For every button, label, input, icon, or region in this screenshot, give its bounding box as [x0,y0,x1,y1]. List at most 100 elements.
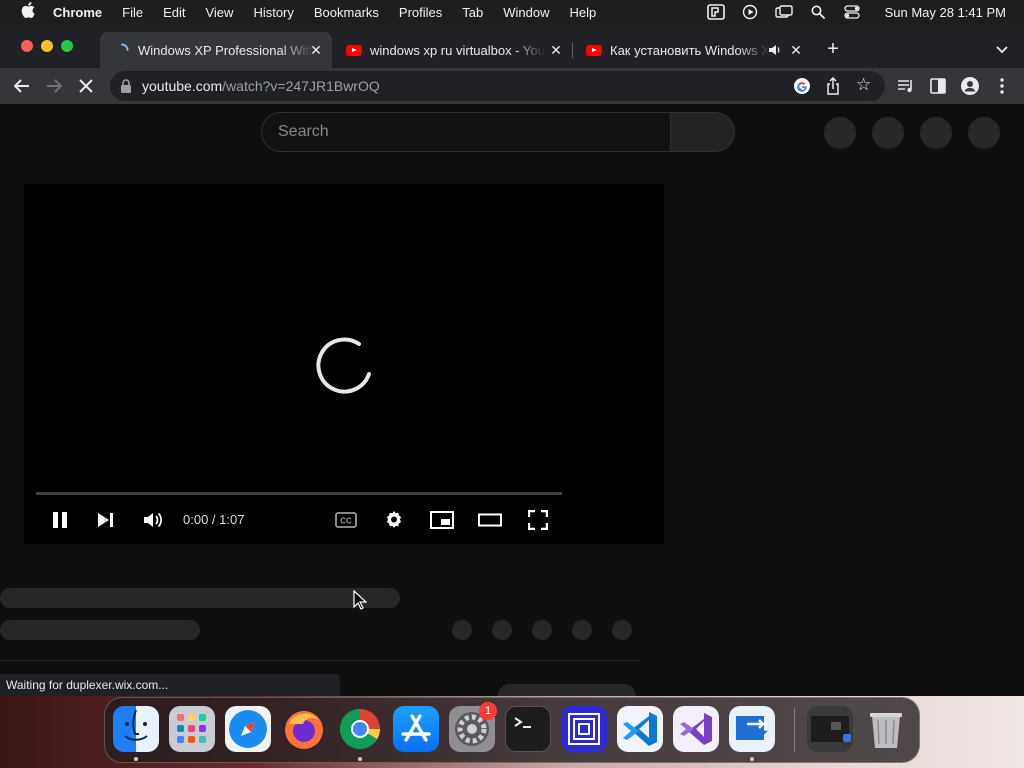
remote-desktop-icon[interactable] [561,706,607,752]
menu-view[interactable]: View [205,5,233,20]
notification-badge: 1 [479,702,497,720]
bookmark-star-icon[interactable]: ☆ [856,76,874,94]
fullscreen-icon[interactable] [526,508,550,532]
tab-loading-icon [114,42,130,58]
chrome-tab-strip: Windows XP Professional With ✕ windows x… [0,24,1024,68]
screenshot-thumbnail-icon[interactable] [807,706,853,752]
skeleton-title-bar [0,588,400,608]
skeleton-action-dot [572,620,592,640]
youtube-favicon-icon [586,42,602,58]
tab-kak-ustanovit-windows[interactable]: Как установить Windows X ✕ [572,32,812,68]
tab-close-icon[interactable]: ✕ [548,42,564,58]
theater-mode-icon[interactable] [478,508,502,532]
visual-studio-icon[interactable] [673,706,719,752]
parallels-status-icon[interactable] [706,4,725,20]
svg-text:CC: CC [340,517,352,526]
window-close-button[interactable] [21,40,33,52]
screen-mirror-icon[interactable] [774,4,793,20]
window-zoom-button[interactable] [61,40,73,52]
skeleton-action-dot [452,620,472,640]
youtube-search-input[interactable]: Search [261,112,671,152]
page-divider [0,660,640,661]
forward-arrow-icon[interactable] [44,76,64,96]
parallels-client-icon[interactable] [729,706,775,752]
skeleton-header-icon [872,117,904,149]
menu-bookmarks[interactable]: Bookmarks [314,5,379,20]
menu-app-chrome[interactable]: Chrome [53,5,102,20]
skeleton-button [498,684,636,696]
macos-dock: 1 [104,697,920,763]
google-lens-icon[interactable] [793,77,811,95]
dock-separator [794,708,795,752]
app-store-icon[interactable] [393,706,439,752]
youtube-watch-page: Search 0:00 / 1:07 CC Waiting for duplex… [0,104,1024,696]
chrome-toolbar: youtube.com/watch?v=247JR1BwrOQ ☆ [0,68,1024,104]
tab-title: windows xp ru virtualbox - You [370,42,545,58]
video-timecode: 0:00 / 1:07 [183,512,245,527]
window-minimize-button[interactable] [41,40,53,52]
play-circle-icon[interactable] [741,4,759,20]
volume-icon[interactable] [141,508,165,532]
terminal-icon[interactable] [505,706,551,752]
finder-icon[interactable] [113,706,159,752]
firefox-icon[interactable] [281,706,327,752]
trash-icon[interactable] [863,706,909,752]
browser-status-bar: Waiting for duplexer.wix.com... [0,674,340,696]
menubar-clock[interactable]: Sun May 28 1:41 PM [885,5,1006,20]
media-controls-icon[interactable] [896,76,916,96]
search-placeholder: Search [278,123,329,140]
menu-history[interactable]: History [253,5,293,20]
skeleton-subtitle-bar [0,620,200,640]
skeleton-header-icon [920,117,952,149]
chrome-menu-kebab-icon[interactable] [992,76,1012,96]
menu-tab[interactable]: Tab [462,5,483,20]
lock-icon[interactable] [120,79,132,93]
video-progress-bar[interactable] [36,492,562,495]
miniplayer-icon[interactable] [430,508,454,532]
tab-audio-playing-icon[interactable] [768,43,782,60]
skeleton-header-icon [824,117,856,149]
chrome-icon[interactable] [337,706,383,752]
back-arrow-icon[interactable] [12,76,32,96]
tab-search-chevron-down-icon[interactable] [994,40,1010,60]
safari-icon[interactable] [225,706,271,752]
tab-windows-xp-ru-virtualbox[interactable]: windows xp ru virtualbox - You ✕ [332,32,573,68]
next-video-icon[interactable] [94,508,118,532]
side-panel-icon[interactable] [928,76,948,96]
new-tab-button[interactable]: + [823,39,843,60]
youtube-search-button[interactable] [671,112,735,152]
tab-title: Windows XP Professional With [138,42,314,58]
stop-loading-x-icon[interactable] [76,76,96,96]
spotlight-search-icon[interactable] [809,4,827,20]
skeleton-action-dot [532,620,552,640]
control-center-icon[interactable] [843,4,861,20]
closed-captions-icon[interactable]: CC [334,508,358,532]
menu-file[interactable]: File [122,5,143,20]
menu-edit[interactable]: Edit [163,5,185,20]
skeleton-action-dot [492,620,512,640]
url-text[interactable]: youtube.com/watch?v=247JR1BwrOQ [142,78,380,94]
vscode-icon[interactable] [617,706,663,752]
macos-menubar: Chrome File Edit View History Bookmarks … [0,0,1024,24]
skeleton-avatar [968,117,1000,149]
menu-profiles[interactable]: Profiles [399,5,442,20]
video-player[interactable]: 0:00 / 1:07 CC [24,184,664,544]
tab-close-icon[interactable]: ✕ [308,42,324,58]
menu-help[interactable]: Help [570,5,597,20]
skeleton-action-dot [612,620,632,640]
youtube-favicon-icon [346,42,362,58]
mouse-cursor-icon [353,589,368,610]
url-host: youtube.com [142,78,223,94]
profile-avatar-icon[interactable] [960,76,980,96]
loading-spinner-icon [311,332,375,396]
launchpad-icon[interactable] [169,706,215,752]
address-bar[interactable]: youtube.com/watch?v=247JR1BwrOQ ☆ [110,71,885,101]
apple-menu-icon[interactable] [18,2,38,22]
tab-close-icon[interactable]: ✕ [788,42,804,58]
tab-title: Как установить Windows X [610,42,770,58]
tab-windows-xp-professional[interactable]: Windows XP Professional With ✕ [100,32,332,68]
menu-window[interactable]: Window [503,5,549,20]
settings-gear-icon[interactable] [382,508,406,532]
share-icon[interactable] [826,76,842,95]
pause-icon[interactable] [48,508,72,532]
